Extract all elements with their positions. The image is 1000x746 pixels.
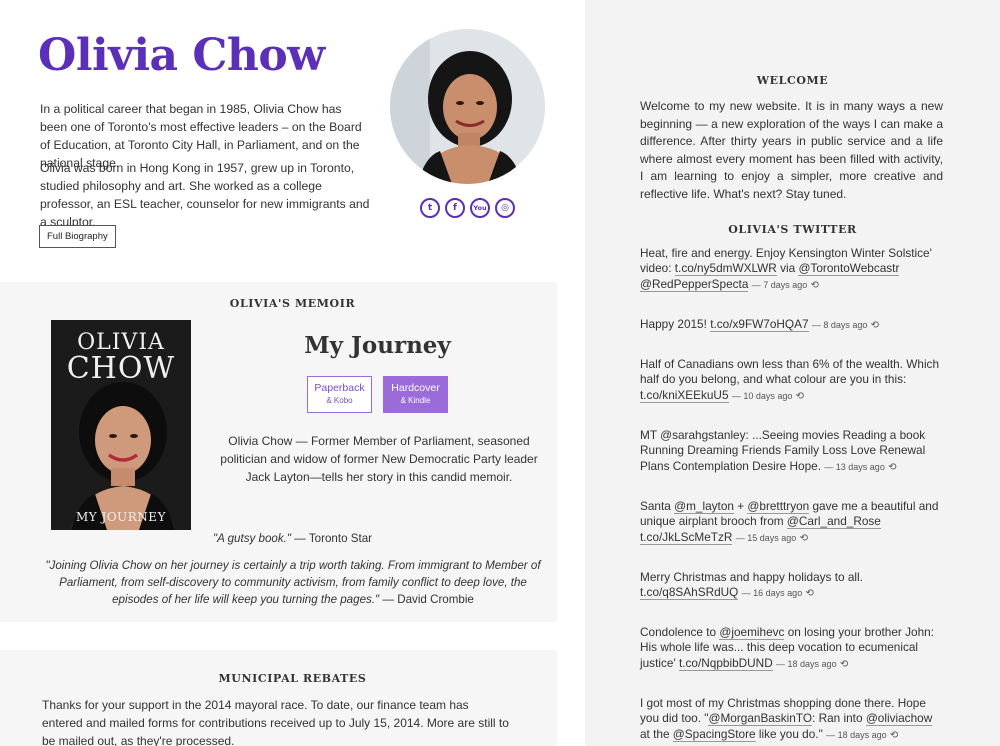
retweet-icon[interactable]: ⟲ (890, 730, 898, 741)
tweet-link[interactable]: t.co/NqpbibDUND (678, 655, 773, 671)
twitter-section-title: OLIVIA'S TWITTER (728, 223, 857, 236)
memoir-section-title: OLIVIA'S MEMOIR (229, 297, 356, 310)
tweet-3: Half of Canadians own less than 6% of th… (640, 357, 940, 404)
tweet-text: via (776, 261, 799, 276)
tweet-mention[interactable]: @MorganBaskinTO (708, 711, 813, 727)
tweet-5: Santa @m_layton + @bretttryon gave me a … (640, 499, 940, 546)
hardcover-sublabel: & Kindle (400, 396, 431, 405)
tweet-4: MT @sarahgstanley: ...Seeing movies Read… (640, 428, 940, 475)
paperback-label: Paperback (314, 382, 365, 394)
tweet-timestamp: — 16 days ago (741, 588, 803, 599)
tweet-timestamp: — 8 days ago (811, 320, 868, 330)
book-cover-subtitle: MY JOURNEY (75, 510, 166, 524)
tweet-text: at the (640, 726, 673, 741)
tweet-6: Merry Christmas and happy holidays to al… (640, 570, 940, 602)
social-links: t f You ◎ (420, 198, 515, 218)
rebates-section: MUNICIPAL REBATES Thanks for your suppor… (0, 650, 557, 746)
hardcover-button[interactable]: Hardcover & Kindle (383, 376, 448, 413)
tweet-1: Heat, fire and energy. Enjoy Kensington … (640, 246, 940, 293)
page-title: Olivia Chow (38, 30, 325, 81)
tweet-link[interactable]: t.co/q8SAhSRdUQ (640, 585, 739, 601)
paperback-sublabel: & Kobo (326, 396, 353, 405)
tweet-timestamp: — 18 days ago (826, 729, 887, 740)
tweet-link[interactable]: t.co/JkLScMeTzR (640, 529, 733, 545)
tweet-timestamp: — 15 days ago (735, 532, 797, 543)
welcome-section-title: WELCOME (756, 74, 829, 87)
tweet-age: 18 days ago (787, 658, 837, 669)
book-cover-title-2: CHOW (66, 351, 176, 386)
review-quote-2: "Joining Olivia Chow on her journey is c… (38, 557, 548, 608)
retweet-icon[interactable]: ⟲ (805, 588, 813, 599)
retweet-icon[interactable]: ⟲ (840, 659, 848, 670)
tweet-timestamp: — 10 days ago (731, 390, 793, 401)
tweet-text: Merry Christmas and happy holidays to al… (640, 570, 863, 584)
tweet-timestamp: — 18 days ago (776, 658, 837, 669)
tweet-mention[interactable]: @m_layton (674, 499, 734, 514)
paperback-button[interactable]: Paperback & Kobo (307, 376, 372, 413)
tweet-timestamp: — 13 days ago (824, 461, 885, 472)
retweet-icon[interactable]: ⟲ (888, 462, 896, 473)
tweet-mention[interactable]: @bretttryon (747, 499, 810, 514)
tweet-text: Half of Canadians own less than 6% of th… (640, 357, 940, 387)
youtube-icon[interactable]: You (470, 198, 490, 218)
memoir-section: OLIVIA'S MEMOIR OLIVIA CHOW MY JOURNEY M… (0, 282, 557, 622)
tweet-age: 18 days ago (837, 729, 887, 740)
tweet-text: Condolence to (640, 625, 720, 639)
review-quote-1-text: "A gutsy book." (212, 532, 292, 545)
tweet-mention[interactable]: @RedPepperSpecta (640, 276, 749, 292)
tweet-7: Condolence to @joemihevc on losing your … (640, 625, 940, 672)
rebates-text: Thanks for your support in the 2014 mayo… (42, 698, 509, 746)
rebates-section-title: MUNICIPAL REBATES (218, 672, 367, 685)
memoir-description: Olivia Chow — Former Member of Parliamen… (220, 434, 538, 484)
portrait-photo (390, 29, 545, 184)
tweet-8: I got most of my Christmas shopping done… (640, 696, 940, 743)
retweet-icon[interactable]: ⟲ (871, 320, 879, 331)
facebook-icon[interactable]: f (445, 198, 465, 218)
tweet-mention[interactable]: @joemihevc (719, 625, 785, 640)
tweet-age: 7 days ago (763, 279, 808, 290)
tweet-age: 8 days ago (823, 320, 868, 330)
retweet-icon[interactable]: ⟲ (800, 533, 808, 544)
tweet-text: like you do." (755, 726, 823, 741)
retweet-icon[interactable]: ⟲ (811, 280, 819, 291)
book-title: My Journey (304, 332, 451, 359)
tweet-mention[interactable]: @Carl_and_Rose (786, 514, 881, 530)
tweet-age: 10 days ago (743, 390, 793, 401)
tweet-2: Happy 2015! t.co/x9FW7oHQA7 — 8 days ago… (640, 317, 940, 333)
tweet-timestamp: — 7 days ago (751, 279, 808, 290)
tweet-age: 15 days ago (747, 532, 797, 543)
review-quote-2-source: — David Crombie (379, 593, 474, 606)
tweet-text: Santa (640, 499, 675, 513)
full-biography-button[interactable]: Full Biography (39, 225, 116, 248)
welcome-text: Welcome to my new website. It is in many… (640, 99, 943, 201)
tweet-mention[interactable]: @TorontoWebcastr (798, 261, 900, 277)
tweet-link[interactable]: t.co/ny5dmWXLWR (674, 261, 777, 277)
tweet-mention[interactable]: @SpacingStore (672, 726, 756, 742)
tweet-link[interactable]: t.co/kniXEEkuU5 (640, 387, 729, 403)
portrait-illustration (390, 29, 545, 184)
instagram-icon[interactable]: ◎ (495, 198, 515, 218)
review-quote-1: "A gutsy book." — Toronto Star (0, 532, 585, 545)
tweet-link[interactable]: t.co/x9FW7oHQA7 (710, 317, 809, 332)
book-cover[interactable]: OLIVIA CHOW MY JOURNEY (51, 320, 191, 530)
tweet-age: 16 days ago (753, 588, 803, 599)
main-column: Olivia Chow In a political career that b… (0, 0, 585, 746)
hero-section: Olivia Chow In a political career that b… (0, 0, 585, 282)
bio-paragraph-2: Olivia was born in Hong Kong in 1957, gr… (40, 161, 370, 229)
retweet-icon[interactable]: ⟲ (796, 391, 804, 402)
tweet-mention[interactable]: @oliviachow (865, 711, 933, 727)
twitter-icon[interactable]: t (420, 198, 440, 218)
tweet-text: Happy 2015! (640, 317, 711, 331)
tweet-text: + (733, 499, 748, 513)
tweet-age: 13 days ago (835, 461, 885, 472)
review-quote-1-source: — Toronto Star (291, 532, 373, 545)
hardcover-label: Hardcover (391, 382, 440, 394)
tweet-text: : Ran into (812, 711, 866, 726)
